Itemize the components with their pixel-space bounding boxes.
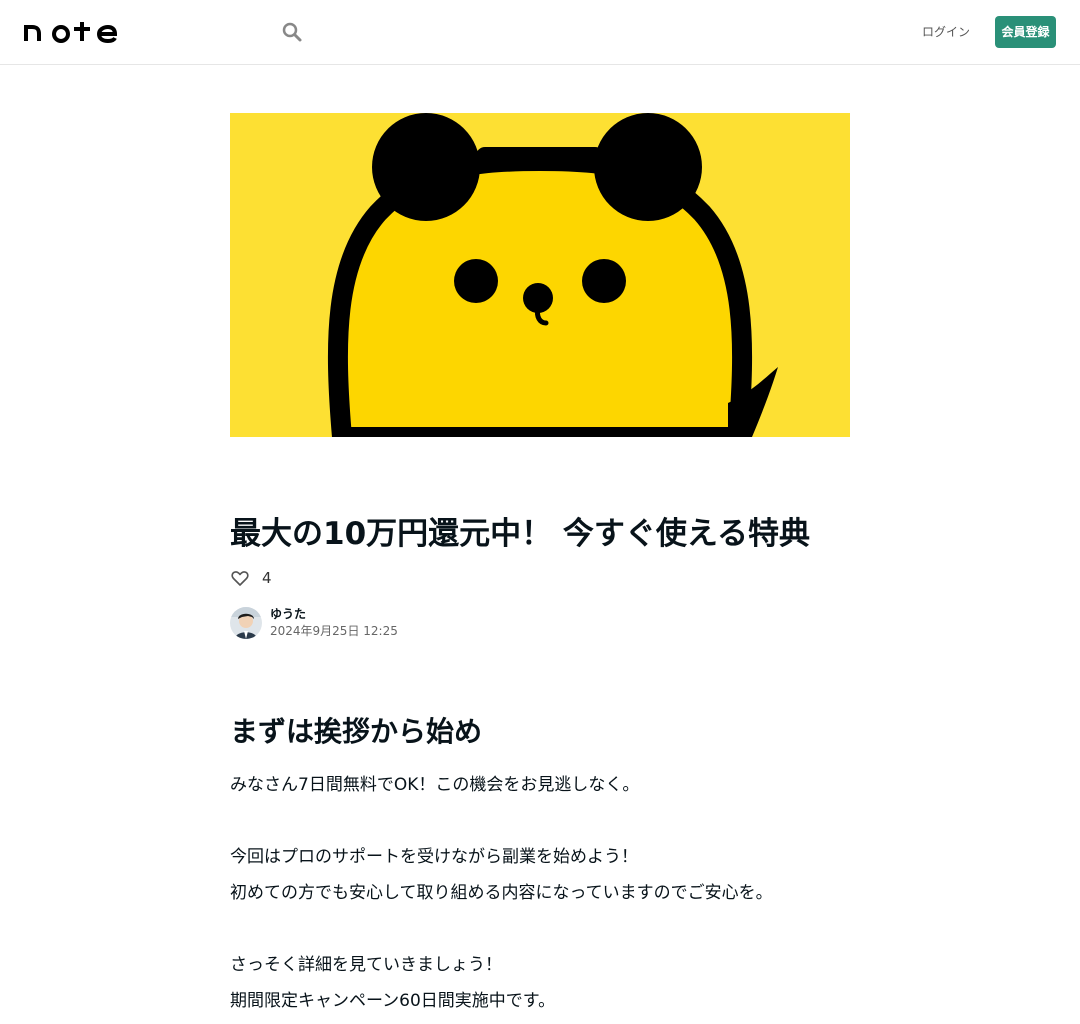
article-title: 最大の10万円還元中！ 今すぐ使える特典	[230, 516, 811, 552]
body-paragraph: みなさん7日間無料でOK！この機会をお見逃しなく。	[230, 775, 640, 795]
signup-button[interactable]: 会員登録	[995, 16, 1056, 48]
site-header: ログイン 会員登録	[0, 0, 1080, 65]
body-paragraph: 期間限定キャンペーン60日間実施中です。	[230, 991, 556, 1011]
mascot-illustration	[230, 113, 850, 437]
section-heading: まずは挨拶から始め	[230, 715, 483, 748]
avatar[interactable]	[230, 607, 262, 639]
like-row: 4	[230, 566, 272, 590]
author-row: ゆうた 2024年9月25日 12:25	[230, 607, 398, 639]
body-paragraph: 今回はプロのサポートを受けながら副業を始めよう！	[230, 847, 638, 867]
note-logo[interactable]	[24, 18, 124, 46]
body-paragraph: さっそく詳細を見ていきましょう！	[230, 955, 502, 975]
login-link[interactable]: ログイン	[922, 22, 970, 42]
heart-icon[interactable]	[230, 568, 250, 588]
like-count: 4	[262, 569, 272, 587]
body-paragraph: 初めての方でも安心して取り組める内容になっていますのでご安心を。	[230, 883, 773, 903]
search-icon[interactable]	[280, 20, 304, 44]
hero-image	[230, 113, 850, 437]
author-meta: ゆうた 2024年9月25日 12:25	[270, 606, 398, 640]
post-date: 2024年9月25日 12:25	[270, 624, 398, 638]
author-name[interactable]: ゆうた	[270, 606, 398, 623]
note-logo-mark	[24, 22, 118, 44]
